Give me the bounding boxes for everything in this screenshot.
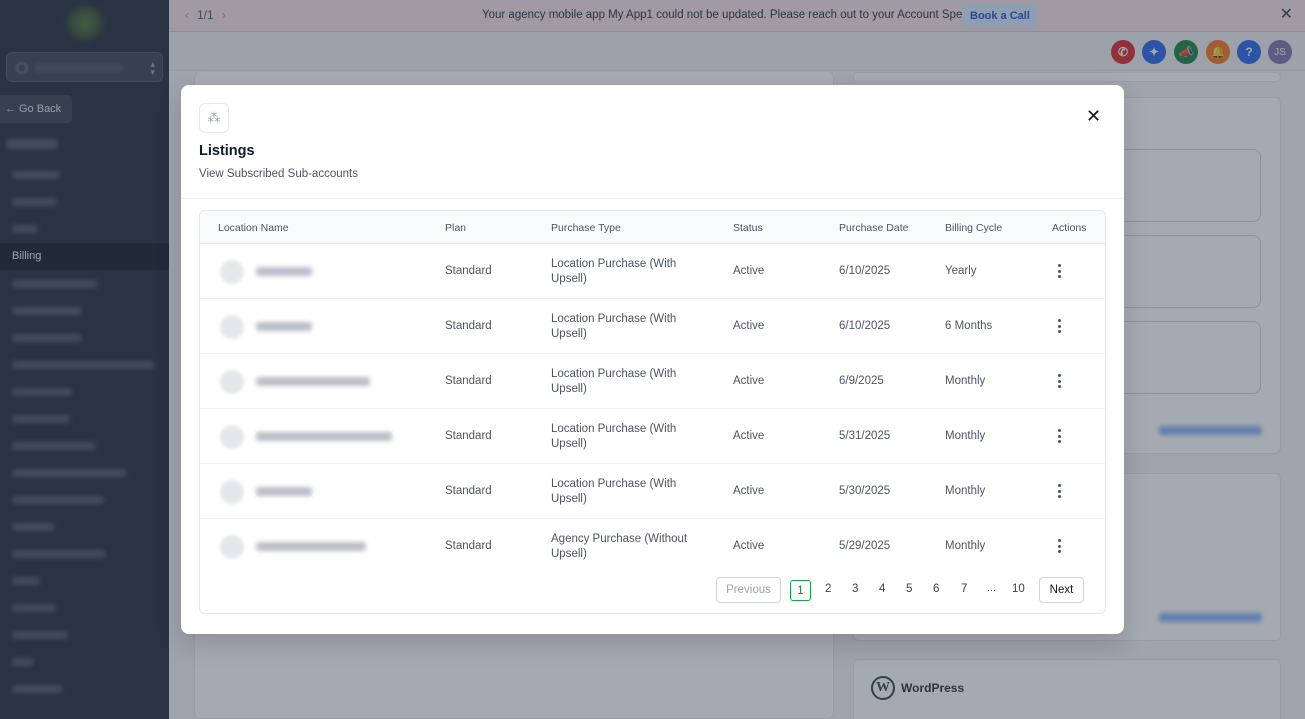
billing-cycle-cell: Yearly: [945, 265, 977, 277]
location-avatar: [220, 480, 244, 504]
page-1-button[interactable]: 1: [790, 580, 811, 601]
column-header-purchase-type: Purchase Type: [551, 222, 621, 234]
listings-table: Location Name Plan Purchase Type Status …: [199, 210, 1106, 614]
next-page-button[interactable]: Next: [1039, 577, 1084, 603]
divider: [181, 198, 1124, 199]
modal-subtitle: View Subscribed Sub-accounts: [199, 168, 358, 180]
close-icon[interactable]: ✕: [1086, 107, 1101, 125]
plan-cell: Standard: [445, 485, 492, 497]
table-row: Standard Location Purchase (With Upsell) …: [200, 299, 1105, 354]
billing-cycle-cell: Monthly: [945, 375, 986, 387]
purchase-date-cell: 6/10/2025: [839, 265, 891, 277]
page-3-button[interactable]: 3: [852, 583, 858, 595]
more-vertical-icon[interactable]: [1054, 428, 1064, 444]
table-row: Standard Location Purchase (With Upsell) …: [200, 409, 1105, 464]
pagination-ellipsis: ···: [987, 585, 996, 595]
purchase-type-cell: Agency Purchase (Without Upsell): [551, 533, 688, 560]
location-avatar: [220, 370, 244, 394]
status-cell: Active: [733, 375, 765, 387]
location-avatar: [220, 535, 244, 559]
more-vertical-icon[interactable]: [1054, 263, 1064, 279]
location-name: [256, 377, 370, 386]
plan-cell: Standard: [445, 540, 492, 552]
purchase-type-cell: Location Purchase (With Upsell): [551, 313, 677, 340]
listings-icon: ⁂: [199, 103, 229, 133]
page-6-button[interactable]: 6: [933, 583, 939, 595]
status-cell: Active: [733, 265, 765, 277]
plan-cell: Standard: [445, 265, 492, 277]
table-row: Standard Location Purchase (With Upsell) …: [200, 244, 1105, 299]
page-2-button[interactable]: 2: [825, 583, 831, 595]
purchase-type-cell: Location Purchase (With Upsell): [551, 258, 677, 285]
location-avatar: [220, 260, 244, 284]
plan-cell: Standard: [445, 375, 492, 387]
purchase-type-cell: Location Purchase (With Upsell): [551, 368, 677, 395]
location-avatar: [220, 425, 244, 449]
page-7-button[interactable]: 7: [961, 583, 967, 595]
purchase-date-cell: 5/30/2025: [839, 485, 891, 497]
location-name: [256, 322, 312, 331]
status-cell: Active: [733, 430, 765, 442]
column-header-location-name: Location Name: [218, 222, 289, 234]
more-vertical-icon[interactable]: [1054, 373, 1064, 389]
page-10-button[interactable]: 10: [1012, 583, 1025, 595]
modal-title: Listings: [199, 143, 255, 159]
billing-cycle-cell: Monthly: [945, 485, 986, 497]
plan-cell: Standard: [445, 320, 492, 332]
location-name: [256, 267, 312, 276]
more-vertical-icon[interactable]: [1054, 483, 1064, 499]
purchase-type-cell: Location Purchase (With Upsell): [551, 478, 677, 505]
billing-cycle-cell: Monthly: [945, 540, 986, 552]
page-4-button[interactable]: 4: [879, 583, 885, 595]
purchase-type-cell: Location Purchase (With Upsell): [551, 423, 677, 450]
listings-modal: ⁂ Listings View Subscribed Sub-accounts …: [181, 85, 1124, 634]
location-name: [256, 542, 366, 551]
location-name: [256, 487, 312, 496]
more-vertical-icon[interactable]: [1054, 318, 1064, 334]
pagination: Previous 1 2 3 4 5 6 7 ··· 10 Next: [200, 577, 1105, 605]
status-cell: Active: [733, 485, 765, 497]
previous-page-button[interactable]: Previous: [716, 577, 781, 603]
purchase-date-cell: 6/10/2025: [839, 320, 891, 332]
location-name: [256, 432, 392, 441]
column-header-billing-cycle: Billing Cycle: [945, 222, 1003, 234]
table-row: Standard Location Purchase (With Upsell) …: [200, 464, 1105, 519]
purchase-date-cell: 5/29/2025: [839, 540, 891, 552]
table-row: Standard Location Purchase (With Upsell) …: [200, 354, 1105, 409]
purchase-date-cell: 5/31/2025: [839, 430, 891, 442]
more-vertical-icon[interactable]: [1054, 538, 1064, 554]
page-5-button[interactable]: 5: [906, 583, 912, 595]
purchase-date-cell: 6/9/2025: [839, 375, 884, 387]
billing-cycle-cell: Monthly: [945, 430, 986, 442]
column-header-plan: Plan: [445, 222, 467, 234]
table-row: Standard Agency Purchase (Without Upsell)…: [200, 519, 1105, 574]
column-header-status: Status: [733, 222, 763, 234]
plan-cell: Standard: [445, 430, 492, 442]
status-cell: Active: [733, 320, 765, 332]
location-avatar: [220, 315, 244, 339]
table-header: Location Name Plan Purchase Type Status …: [200, 211, 1105, 244]
status-cell: Active: [733, 540, 765, 552]
billing-cycle-cell: 6 Months: [945, 320, 993, 332]
column-header-actions: Actions: [1052, 222, 1087, 234]
column-header-purchase-date: Purchase Date: [839, 222, 909, 234]
